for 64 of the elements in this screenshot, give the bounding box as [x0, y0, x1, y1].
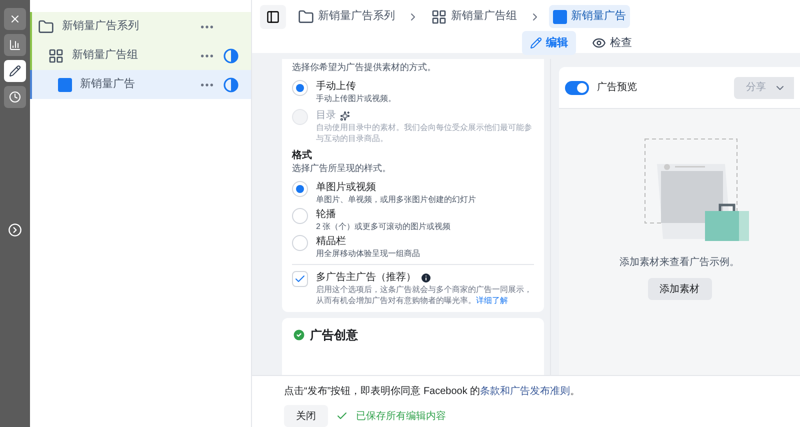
card-title: 广告创意 [310, 327, 358, 344]
grid-icon [431, 8, 447, 24]
option-description: 2 张（个）或更多可滚动的图片或视频 [316, 221, 451, 232]
add-media-button[interactable]: 添加素材 [648, 278, 712, 300]
checkbox-label: 多广告主广告（推荐） [316, 271, 416, 284]
saved-status: 已保存所有编辑内容 [356, 410, 446, 424]
clock-icon [9, 91, 21, 103]
pencil-icon [9, 65, 21, 77]
toggle-label: 广告预览 [597, 80, 638, 95]
empty-preview-text: 添加素材来查看广告示例。 [620, 256, 740, 270]
mode-tab[interactable]: 编辑 [522, 31, 576, 55]
tree-item[interactable]: 新销量广告系列 [30, 12, 251, 41]
ad-square-icon [58, 78, 72, 92]
tree-item-label: 新销量广告组 [72, 48, 139, 64]
bar-chart-icon [9, 39, 21, 51]
info-icon [420, 272, 432, 284]
option-description: 手动上传图片或视频。 [316, 93, 396, 104]
option-description: 自动使用目录中的素材。我们会向每位受众展示他们最可能参与互动的目录商品。 [316, 122, 533, 144]
section-hint: 选择你希望为广告提供素材的方式。 [292, 61, 437, 74]
radio-button[interactable] [292, 235, 308, 251]
radio-button[interactable] [292, 80, 308, 96]
panel-toggle-button[interactable] [260, 4, 286, 28]
tree-item-label: 新销量广告系列 [62, 18, 140, 34]
mode-tab[interactable]: 检查 [584, 31, 640, 55]
section-title: 格式 [292, 149, 313, 162]
ad-square-icon [553, 10, 567, 24]
eye-icon [592, 36, 606, 50]
breadcrumb-item[interactable]: 新销量广告系列 [294, 5, 399, 28]
breadcrumb-item[interactable]: 新销量广告 [549, 5, 630, 28]
sidebar-tool-button[interactable] [4, 60, 26, 82]
option-label: 精品栏 [316, 235, 347, 248]
terms-link[interactable]: 条款和广告发布准则 [480, 386, 570, 397]
close-button[interactable]: 关闭 [284, 405, 328, 427]
tree-item[interactable]: 新销量广告组 [30, 41, 251, 70]
option-description: 单图片、单视频，或用多张图片创建的幻灯片 [316, 194, 476, 205]
check-icon [336, 410, 348, 422]
option-description: 启用这个选项后，这条广告就会与多个商家的广告一同展示，从而有机会增加广告对有意购物者的曝光率。详细了解 [316, 284, 533, 306]
option-label: 轮播 [316, 208, 337, 221]
checkbox[interactable] [292, 271, 308, 287]
terms-notice: 点击“发布”按钮，即表明你同意 Facebook 的条款和广告发布准则。 [284, 384, 582, 399]
expand-icon[interactable] [8, 223, 22, 237]
preview-toggle[interactable] [565, 80, 589, 94]
panel-icon [266, 10, 280, 24]
sidebar-tool-button[interactable] [4, 34, 26, 56]
pencil-icon [530, 37, 542, 49]
folder-icon [298, 8, 314, 24]
sidebar-tool-button[interactable] [4, 8, 26, 30]
folder-icon [38, 18, 54, 34]
learn-more-link[interactable]: 详细了解 [476, 296, 508, 305]
breadcrumb-item[interactable]: 新销量广告组 [427, 5, 521, 28]
sidebar-tool-button[interactable] [4, 86, 26, 108]
tree-item[interactable]: 新销量广告 [30, 70, 251, 99]
close-icon [9, 13, 21, 25]
option-label: 单图片或视频 [316, 181, 377, 194]
tree-item-label: 新销量广告 [80, 76, 136, 92]
check-icon [294, 273, 306, 285]
option-label: 目录 [316, 109, 336, 122]
radio-button[interactable] [292, 181, 308, 197]
radio-button[interactable] [292, 208, 308, 224]
option-label: 手动上传 [316, 80, 356, 93]
section-hint: 选择广告所呈现的样式。 [292, 162, 392, 175]
option-description: 用全屏移动体验呈现一组商品 [316, 248, 420, 259]
sparkle-icon [340, 110, 350, 120]
grid-icon [48, 48, 64, 64]
